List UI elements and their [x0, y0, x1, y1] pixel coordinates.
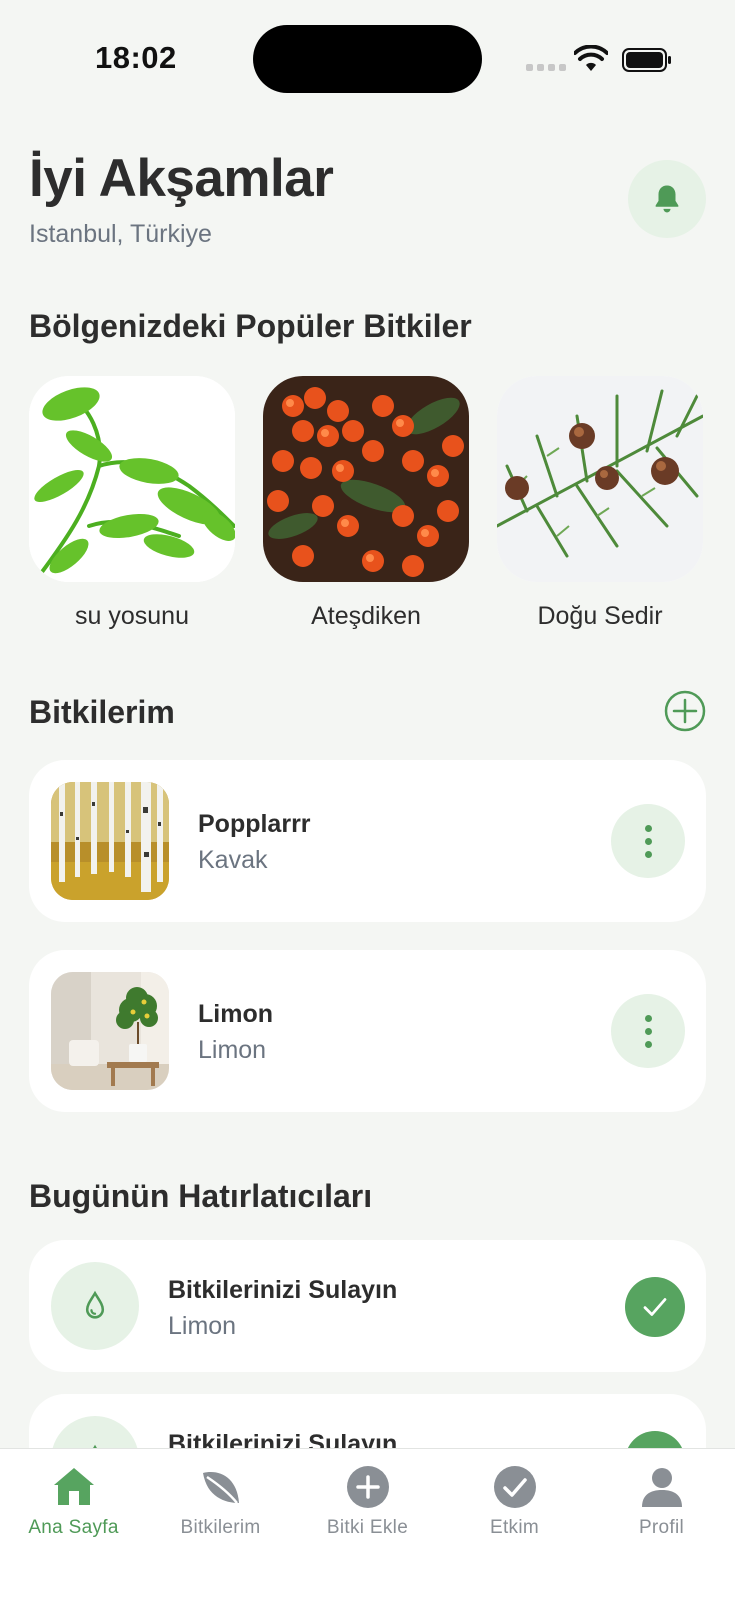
bell-icon	[655, 185, 679, 213]
person-icon	[641, 1468, 682, 1507]
reminder-icon-container	[51, 1262, 139, 1350]
plant-options-button[interactable]	[611, 804, 685, 878]
reminder-title: Bitkilerinizi Sulayın	[168, 1276, 398, 1304]
home-screen: 18:02 İyi Akşamlar Istanbul, Türkiye Böl…	[0, 0, 735, 1600]
greeting-title: İyi Akşamlar	[29, 149, 334, 208]
tab-label: Profil	[638, 1517, 685, 1538]
popular-plant-card[interactable]: Doğu Sedir	[497, 376, 703, 631]
plant-image	[51, 782, 169, 900]
plant-options-button[interactable]	[611, 994, 685, 1068]
home-icon	[53, 1468, 94, 1505]
battery-icon	[622, 48, 671, 72]
tab-label: Ana Sayfa	[28, 1517, 119, 1538]
plus-circle-icon	[346, 1466, 389, 1508]
tab-label: Bitkilerim	[180, 1517, 261, 1538]
notifications-button[interactable]	[628, 160, 706, 238]
bottom-tab-bar: Ana Sayfa Bitkilerim Bitki Ekle Etkim Pr…	[0, 1448, 735, 1600]
popular-plant-card[interactable]: Ateşdiken	[263, 376, 469, 631]
status-bar: 18:02	[0, 0, 735, 110]
tab-home[interactable]: Ana Sayfa	[0, 1463, 147, 1539]
plant-species: Kavak	[198, 846, 268, 874]
my-plant-card[interactable]: Limon Limon	[29, 950, 706, 1112]
reminders-section-title: Bugünün Hatırlatıcıları	[29, 1178, 373, 1214]
water-drop-icon	[85, 1290, 105, 1319]
my-plant-card[interactable]: Popplarrr Kavak	[29, 760, 706, 922]
plant-image	[51, 972, 169, 1090]
status-time: 18:02	[95, 40, 177, 75]
popular-plant-name: Ateşdiken	[311, 602, 421, 630]
check-circle-icon	[493, 1466, 536, 1508]
tab-label: Bitki Ekle	[326, 1517, 409, 1538]
plant-image	[263, 376, 469, 582]
complete-reminder-button[interactable]	[625, 1277, 685, 1337]
cellular-signal-icon	[526, 64, 566, 71]
tab-profile[interactable]: Profil	[588, 1463, 735, 1539]
tab-impact[interactable]: Etkim	[441, 1463, 588, 1539]
popular-plant-name: Doğu Sedir	[537, 602, 663, 630]
popular-plants-carousel: su yosunu Ateşdiken Doğu Sedir	[29, 376, 735, 636]
my-plants-section-title: Bitkilerim	[29, 694, 175, 730]
plant-nickname: Limon	[198, 1000, 273, 1028]
reminder-card[interactable]: Bitkilerinizi Sulayın Limon	[29, 1240, 706, 1372]
plant-species: Limon	[198, 1036, 267, 1064]
dynamic-island	[253, 25, 482, 93]
more-vertical-icon	[644, 824, 652, 832]
location-label: Istanbul, Türkiye	[29, 220, 212, 248]
plant-image	[29, 376, 235, 582]
popular-plant-card[interactable]: su yosunu	[29, 376, 235, 631]
tab-add-plant[interactable]: Bitki Ekle	[294, 1463, 441, 1539]
wifi-icon	[574, 45, 608, 71]
plant-image	[497, 376, 703, 582]
leaf-icon	[202, 1472, 239, 1504]
popular-plant-name: su yosunu	[75, 602, 189, 630]
more-vertical-icon	[644, 1014, 652, 1022]
plant-nickname: Popplarrr	[198, 810, 311, 838]
popular-section-title: Bölgenizdeki Popüler Bitkiler	[29, 308, 472, 344]
tab-my-plants[interactable]: Bitkilerim	[147, 1463, 294, 1539]
tab-label: Etkim	[490, 1517, 539, 1538]
reminder-plant: Limon	[168, 1312, 237, 1340]
add-plant-icon[interactable]	[664, 690, 706, 732]
checkmark-icon	[643, 1298, 667, 1316]
